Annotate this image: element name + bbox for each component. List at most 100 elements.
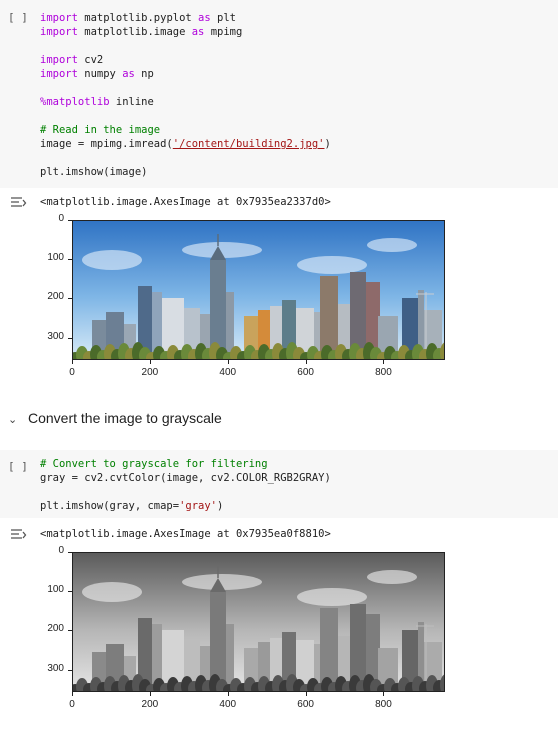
x-tick-label: 600 bbox=[297, 699, 314, 710]
code-keyword: import bbox=[40, 26, 78, 38]
x-tick-label: 600 bbox=[297, 367, 314, 378]
grayscale-image bbox=[72, 552, 445, 692]
x-tick-label: 400 bbox=[219, 367, 237, 378]
y-tick-mark bbox=[68, 220, 72, 221]
x-tick-mark bbox=[72, 360, 73, 364]
code-line: plt.imshow(image) bbox=[40, 165, 331, 179]
x-tick-mark bbox=[305, 360, 307, 364]
y-tick-label: 0 bbox=[58, 213, 64, 224]
x-tick-label: 0 bbox=[69, 367, 75, 378]
code-line: import matplotlib.pyplot as plt bbox=[40, 11, 331, 25]
code-editor[interactable]: import matplotlib.pyplot as plt import ma… bbox=[40, 11, 331, 179]
y-tick-label: 200 bbox=[47, 291, 64, 303]
code-keyword: %matplotlib bbox=[40, 96, 110, 108]
run-cell-button[interactable]: [ ] bbox=[8, 460, 28, 473]
y-tick-mark bbox=[68, 298, 72, 300]
code-token: plt.imshow(image) bbox=[40, 166, 148, 178]
code-keyword: as bbox=[122, 68, 135, 80]
code-line: # Convert to grayscale for filtering bbox=[40, 457, 331, 471]
code-comment: # Convert to grayscale for filtering bbox=[40, 458, 268, 470]
x-tick-label: 400 bbox=[219, 699, 237, 710]
cloud bbox=[82, 582, 142, 602]
code-editor[interactable]: # Convert to grayscale for filtering gray… bbox=[40, 457, 331, 513]
y-tick-mark bbox=[68, 552, 72, 553]
code-line: %matplotlib inline bbox=[40, 95, 331, 109]
code-token: matplotlib.image bbox=[77, 26, 192, 38]
cloud bbox=[82, 250, 142, 270]
x-tick-mark bbox=[149, 360, 151, 364]
code-line: image = mpimg.imread('/content/building2… bbox=[40, 137, 331, 151]
x-tick-label: 800 bbox=[375, 699, 392, 710]
code-token: inline bbox=[109, 96, 154, 108]
x-tick-mark bbox=[383, 360, 385, 364]
code-token: ) bbox=[324, 138, 331, 150]
code-token: np bbox=[134, 68, 154, 80]
y-tick-label: 100 bbox=[47, 584, 64, 596]
run-cell-button[interactable]: [ ] bbox=[8, 11, 28, 24]
output-text: <matplotlib.image.AxesImage at 0x7935ea2… bbox=[40, 196, 331, 208]
cloud bbox=[367, 238, 417, 252]
code-comment: # Read in the image bbox=[40, 124, 161, 136]
x-tick-label: 200 bbox=[141, 367, 159, 378]
output-toggle-icon[interactable] bbox=[10, 527, 28, 541]
code-token: plt.imshow(gray, cmap= bbox=[40, 500, 180, 512]
code-keyword: as bbox=[191, 26, 205, 38]
code-line: import cv2 bbox=[40, 53, 331, 67]
code-string: 'gray' bbox=[179, 500, 218, 512]
y-tick-label: 100 bbox=[47, 252, 64, 264]
code-token: plt bbox=[210, 12, 236, 24]
y-tick-label: 0 bbox=[58, 545, 64, 556]
code-cell-1[interactable]: [ ] import matplotlib.pyplot as plt impor… bbox=[0, 0, 558, 188]
y-tick-mark bbox=[68, 630, 72, 632]
code-cell-2[interactable]: [ ] # Convert to grayscale for filtering… bbox=[0, 450, 558, 518]
city-skyline-image bbox=[72, 220, 445, 360]
y-tick-label: 300 bbox=[47, 662, 64, 674]
y-tick-mark bbox=[68, 337, 72, 339]
x-tick-mark bbox=[149, 692, 151, 696]
chevron-down-icon[interactable]: ⌄ bbox=[8, 413, 18, 426]
output-text: <matplotlib.image.AxesImage at 0x7935ea0… bbox=[40, 528, 331, 540]
x-tick-mark bbox=[305, 692, 307, 696]
code-line: # Read in the image bbox=[40, 123, 331, 137]
section-header[interactable]: ⌄ Convert the image to grayscale bbox=[8, 410, 222, 426]
x-tick-mark bbox=[72, 692, 73, 696]
code-line: import matplotlib.image as mpimg bbox=[40, 25, 331, 39]
code-token: matplotlib.pyplot bbox=[77, 12, 199, 24]
code-token: numpy bbox=[77, 68, 123, 80]
x-tick-mark bbox=[227, 360, 229, 364]
y-tick-mark bbox=[68, 669, 72, 671]
code-line: import numpy as np bbox=[40, 67, 331, 81]
image-plot-2: 0 100 200 300 0 200 400 600 800 bbox=[0, 545, 558, 716]
code-token: ) bbox=[217, 500, 224, 512]
y-tick-label: 200 bbox=[47, 623, 64, 635]
output-toggle-icon[interactable] bbox=[10, 195, 28, 209]
x-tick-label: 200 bbox=[141, 699, 159, 710]
x-tick-label: 0 bbox=[69, 699, 75, 710]
x-tick-label: 800 bbox=[375, 367, 392, 378]
code-token: gray = cv2.cvtColor(image, cv2.COLOR_RGB… bbox=[40, 472, 331, 484]
code-token: mpimg bbox=[204, 26, 243, 38]
code-line: gray = cv2.cvtColor(image, cv2.COLOR_RGB… bbox=[40, 471, 331, 485]
code-keyword: import bbox=[40, 12, 78, 24]
image-plot-1: 0 100 200 300 0 200 400 600 800 bbox=[0, 213, 558, 384]
code-line: plt.imshow(gray, cmap='gray') bbox=[40, 499, 331, 513]
code-token: cv2 bbox=[77, 54, 104, 66]
x-tick-mark bbox=[383, 692, 385, 696]
code-token: image = mpimg.imread( bbox=[40, 138, 173, 150]
code-keyword: import bbox=[40, 68, 78, 80]
section-title: Convert the image to grayscale bbox=[28, 410, 222, 426]
y-tick-mark bbox=[68, 591, 72, 593]
code-keyword: import bbox=[40, 54, 78, 66]
cloud bbox=[367, 570, 417, 584]
x-tick-mark bbox=[227, 692, 229, 696]
y-tick-mark bbox=[68, 259, 72, 261]
cloud bbox=[297, 256, 367, 274]
code-string: '/content/building2.jpg' bbox=[172, 138, 325, 150]
code-keyword: as bbox=[198, 12, 211, 24]
cloud bbox=[297, 588, 367, 606]
